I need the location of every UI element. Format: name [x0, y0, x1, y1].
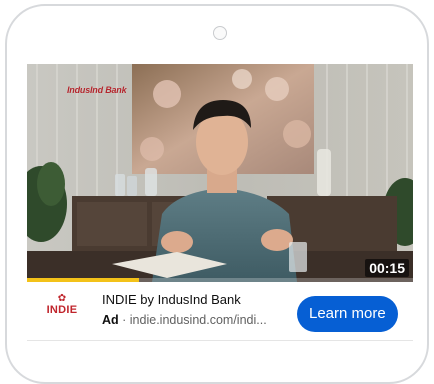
flame-icon: ✿ — [57, 293, 67, 304]
video-player[interactable]: IndusInd Bank 00:15 — [27, 64, 413, 282]
ad-url[interactable]: indie.indusind.com/indi... — [130, 313, 267, 327]
ad-title[interactable]: INDIE by IndusInd Bank — [102, 292, 241, 307]
learn-more-button[interactable]: Learn more — [297, 296, 398, 332]
ad-card: IndusInd Bank 00:15 ✿ INDIE INDIE by Ind… — [19, 58, 413, 358]
ad-badge: Ad — [102, 313, 119, 327]
advertiser-logo[interactable]: ✿ INDIE — [45, 294, 79, 326]
duration-badge: 00:15 — [365, 259, 409, 277]
ad-meta: Ad · indie.indusind.com/indi... — [102, 313, 294, 327]
advertiser-logo-text: INDIE — [46, 304, 78, 316]
camera-icon — [213, 26, 227, 40]
divider — [27, 340, 413, 341]
video-thumbnail — [27, 64, 413, 282]
meta-separator: · — [118, 313, 130, 327]
ad-info-row[interactable]: ✿ INDIE INDIE by IndusInd Bank Ad · indi… — [27, 282, 413, 338]
brand-watermark: IndusInd Bank — [67, 85, 127, 95]
